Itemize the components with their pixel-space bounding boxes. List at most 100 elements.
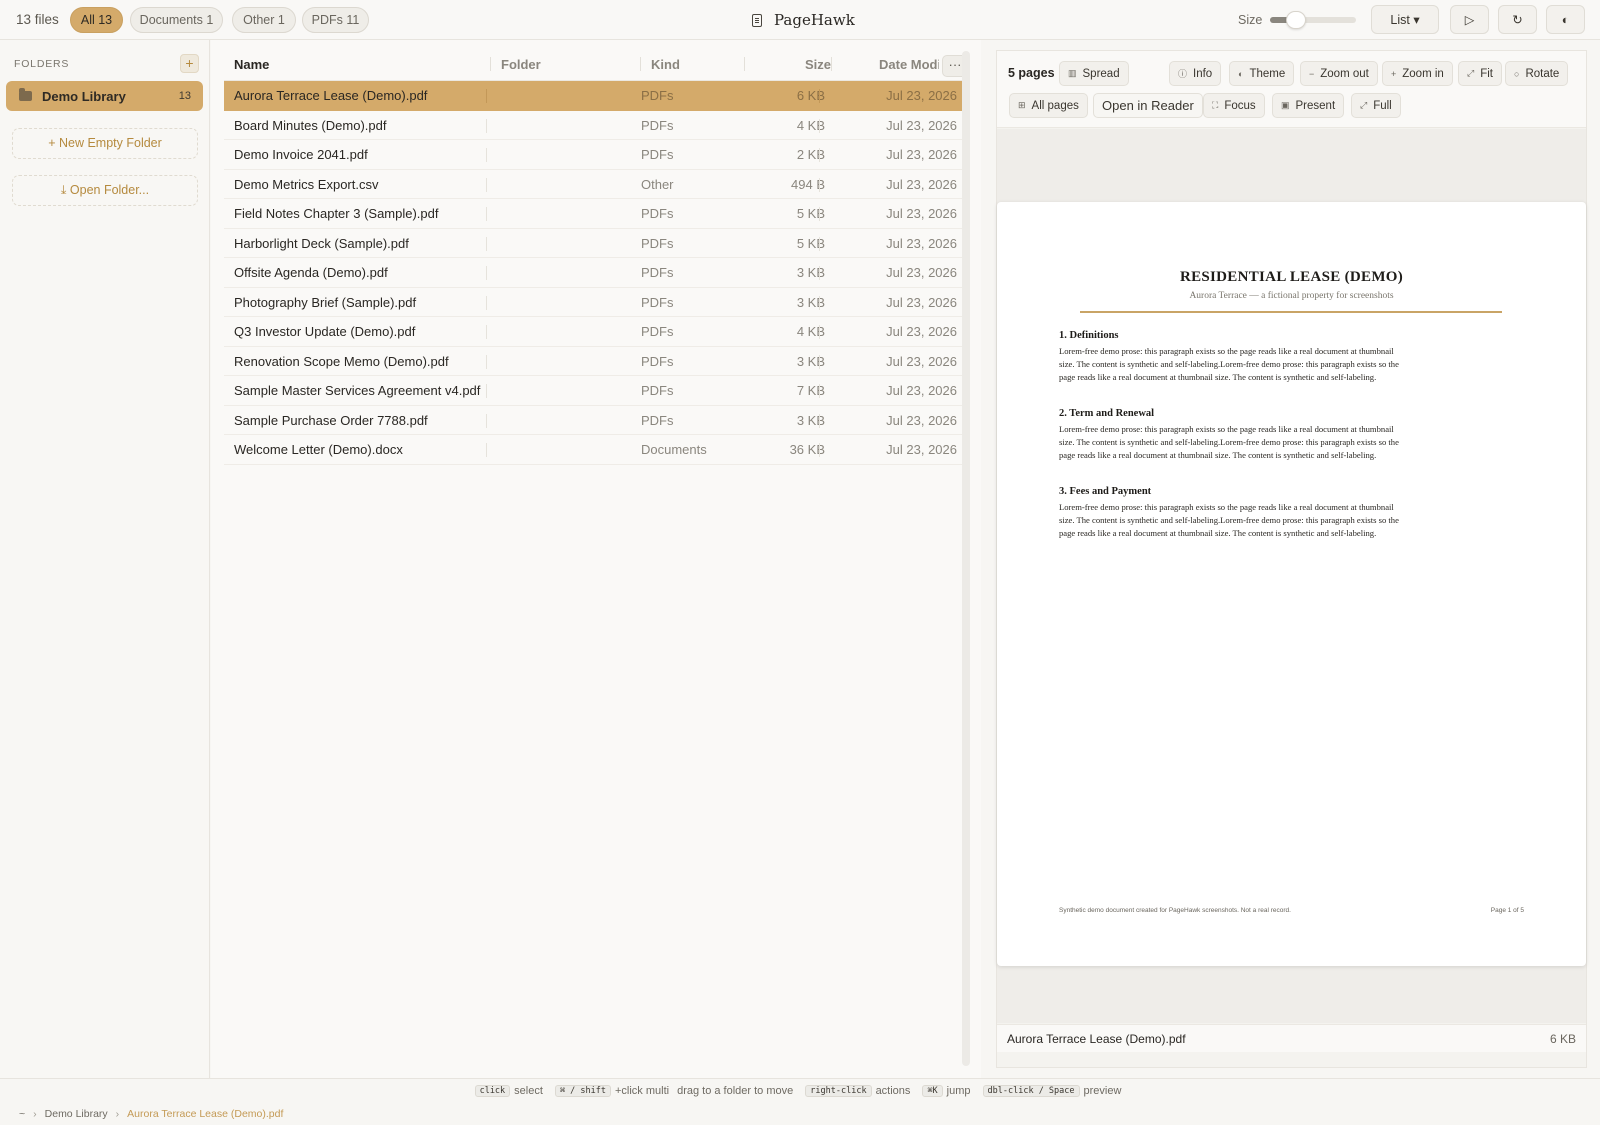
- cell-divider: [486, 236, 487, 251]
- add-folder-icon[interactable]: +: [180, 54, 199, 73]
- file-count: 13 files: [16, 12, 59, 27]
- file-name: Photography Brief (Sample).pdf: [234, 294, 417, 310]
- file-date: Jul 23, 2026: [886, 412, 957, 428]
- table-row[interactable]: Welcome Letter (Demo).docx Documents 36 KB…: [224, 435, 967, 465]
- document-section: 1. Definitions Lorem-free demo prose: th…: [1059, 330, 1404, 384]
- zoom-in-label: Zoom in: [1402, 67, 1444, 80]
- cell-divider: [819, 413, 820, 428]
- zoom-out-button[interactable]: − Zoom out: [1300, 61, 1378, 86]
- present-button[interactable]: ▣ Present: [1272, 93, 1345, 118]
- column-header-name[interactable]: Name: [234, 57, 269, 72]
- filter-all[interactable]: All 13: [70, 7, 123, 33]
- refresh-icon[interactable]: ↻: [1498, 5, 1537, 34]
- size-slider[interactable]: [1270, 11, 1356, 29]
- file-kind: PDFs: [641, 383, 674, 398]
- column-divider[interactable]: [490, 57, 491, 71]
- file-name: Sample Master Services Agreement v4.pdf: [234, 383, 481, 398]
- column-header-folder[interactable]: Folder: [501, 57, 541, 72]
- file-date: Jul 23, 2026: [886, 353, 957, 369]
- info-label: Info: [1193, 67, 1213, 80]
- file-kind: PDFs: [641, 324, 674, 339]
- table-row[interactable]: Aurora Terrace Lease (Demo).pdf PDFs 6 KB J…: [224, 81, 967, 111]
- table-row[interactable]: Sample Master Services Agreement v4.pdf P…: [224, 376, 967, 406]
- document-section: 2. Term and Renewal Lorem-free demo pros…: [1059, 408, 1404, 462]
- shortcut-key: click: [474, 1084, 511, 1097]
- shortcut-description: select: [514, 1084, 543, 1097]
- filter-pdfs[interactable]: PDFs 11: [302, 7, 369, 33]
- cell-divider: [819, 89, 820, 103]
- open-folder-button[interactable]: ⤓ Open Folder...: [12, 175, 198, 206]
- breadcrumb-folder[interactable]: Demo Library: [45, 1108, 108, 1120]
- file-kind: PDFs: [641, 235, 674, 251]
- file-date: Jul 23, 2026: [886, 442, 957, 457]
- table-row[interactable]: Demo Metrics Export.csv Other 494 B Jul 23,…: [224, 170, 967, 199]
- shortcut-description: +click multi: [614, 1084, 670, 1097]
- breadcrumb-file[interactable]: Aurora Terrace Lease (Demo).pdf: [127, 1108, 283, 1120]
- column-header-date-modified[interactable]: Date Modi: [879, 57, 939, 72]
- cell-divider: [819, 325, 820, 339]
- rotate-label: Rotate: [1525, 67, 1560, 80]
- preview-pane: 5 pages ▥ Spread ⓘ Info ◐ Theme − Zoom out +…: [996, 50, 1587, 1068]
- present-label: Present: [1295, 99, 1336, 112]
- cell-divider: [819, 207, 820, 221]
- breadcrumb-root[interactable]: ~: [19, 1108, 25, 1120]
- sidebar-item-demo-library[interactable]: Demo Library 13: [6, 81, 203, 111]
- cell-divider: [819, 177, 820, 192]
- file-name: Sample Purchase Order 7788.pdf: [234, 412, 428, 428]
- theme-button[interactable]: ◐ Theme: [1229, 61, 1295, 86]
- table-row[interactable]: Harborlight Deck (Sample).pdf PDFs 5 KB Jul…: [224, 229, 967, 258]
- all-pages-button[interactable]: ⊞ All pages: [1009, 93, 1088, 118]
- info-button[interactable]: ⓘ Info: [1169, 61, 1222, 86]
- table-row[interactable]: Board Minutes (Demo).pdf PDFs 4 KB Jul 23, …: [224, 111, 967, 140]
- folder-name: Demo Library: [42, 88, 126, 104]
- file-size: 7 KB: [796, 383, 825, 398]
- column-header-kind[interactable]: Kind: [651, 57, 680, 72]
- theme-toggle-icon[interactable]: ◐: [1546, 5, 1585, 34]
- table-row[interactable]: Renovation Scope Memo (Demo).pdf PDFs 3 KB…: [224, 347, 967, 376]
- column-header-size[interactable]: Size: [805, 57, 831, 72]
- open-in-reader-button[interactable]: Open in Reader: [1093, 93, 1203, 118]
- new-empty-folder-button[interactable]: + New Empty Folder: [12, 128, 198, 159]
- rotate-button[interactable]: ○ Rotate: [1505, 61, 1569, 86]
- table-row[interactable]: Photography Brief (Sample).pdf PDFs 3 KB Ju…: [224, 288, 967, 317]
- column-divider[interactable]: [744, 57, 745, 71]
- info-icon: ⓘ: [1178, 69, 1188, 79]
- play-icon[interactable]: ▷: [1450, 5, 1489, 34]
- file-name: Demo Metrics Export.csv: [234, 176, 379, 192]
- document-page[interactable]: RESIDENTIAL LEASE (DEMO) Aurora Terrace …: [997, 202, 1586, 966]
- table-row[interactable]: Demo Invoice 2041.pdf PDFs 2 KB Jul 23, 202…: [224, 140, 967, 170]
- filter-documents[interactable]: Documents 1: [130, 7, 223, 33]
- spread-button[interactable]: ▥ Spread: [1059, 61, 1129, 86]
- chevron-right-icon: ›: [115, 1107, 120, 1120]
- present-icon: ▣: [1281, 100, 1290, 110]
- zoom-in-button[interactable]: + Zoom in: [1382, 61, 1453, 86]
- focus-button[interactable]: ⛶ Focus: [1203, 93, 1265, 118]
- file-size: 5 KB: [796, 206, 825, 221]
- app-brand: PageHawk: [752, 9, 855, 31]
- all-pages-label: All pages: [1031, 99, 1079, 112]
- column-divider[interactable]: [640, 57, 641, 71]
- column-divider[interactable]: [831, 57, 832, 71]
- section-body: Lorem-free demo prose: this paragraph ex…: [1059, 424, 1399, 460]
- size-slider-thumb[interactable]: [1285, 11, 1306, 29]
- file-size: 3 KB: [796, 294, 825, 310]
- cell-divider: [486, 89, 487, 103]
- cell-divider: [486, 325, 487, 339]
- full-button[interactable]: ⤢ Full: [1351, 93, 1401, 118]
- table-row[interactable]: Offsite Agenda (Demo).pdf PDFs 3 KB Jul 23,…: [224, 258, 967, 288]
- preview-canvas[interactable]: RESIDENTIAL LEASE (DEMO) Aurora Terrace …: [997, 129, 1586, 1023]
- filter-other[interactable]: Other 1: [232, 7, 296, 33]
- size-label: Size: [1238, 13, 1263, 27]
- scrollbar[interactable]: [962, 51, 970, 1066]
- spread-label: Spread: [1082, 67, 1120, 80]
- table-row[interactable]: Sample Purchase Order 7788.pdf PDFs 3 KB Ju…: [224, 406, 967, 435]
- table-row[interactable]: Field Notes Chapter 3 (Sample).pdf PDFs 5 …: [224, 199, 967, 229]
- fit-button[interactable]: ⤢ Fit: [1458, 61, 1502, 86]
- focus-icon: ⛶: [1212, 100, 1219, 110]
- file-table: Name Folder Kind Size Date Modi ··· Auro…: [211, 40, 981, 1078]
- contrast-icon: ◐: [1238, 68, 1244, 79]
- folders-heading: FOLDERS: [14, 58, 70, 70]
- table-row[interactable]: Q3 Investor Update (Demo).pdf PDFs 4 KB Jul…: [224, 317, 967, 347]
- focus-label: Focus: [1224, 99, 1256, 112]
- view-mode-button[interactable]: List ▾: [1371, 5, 1439, 34]
